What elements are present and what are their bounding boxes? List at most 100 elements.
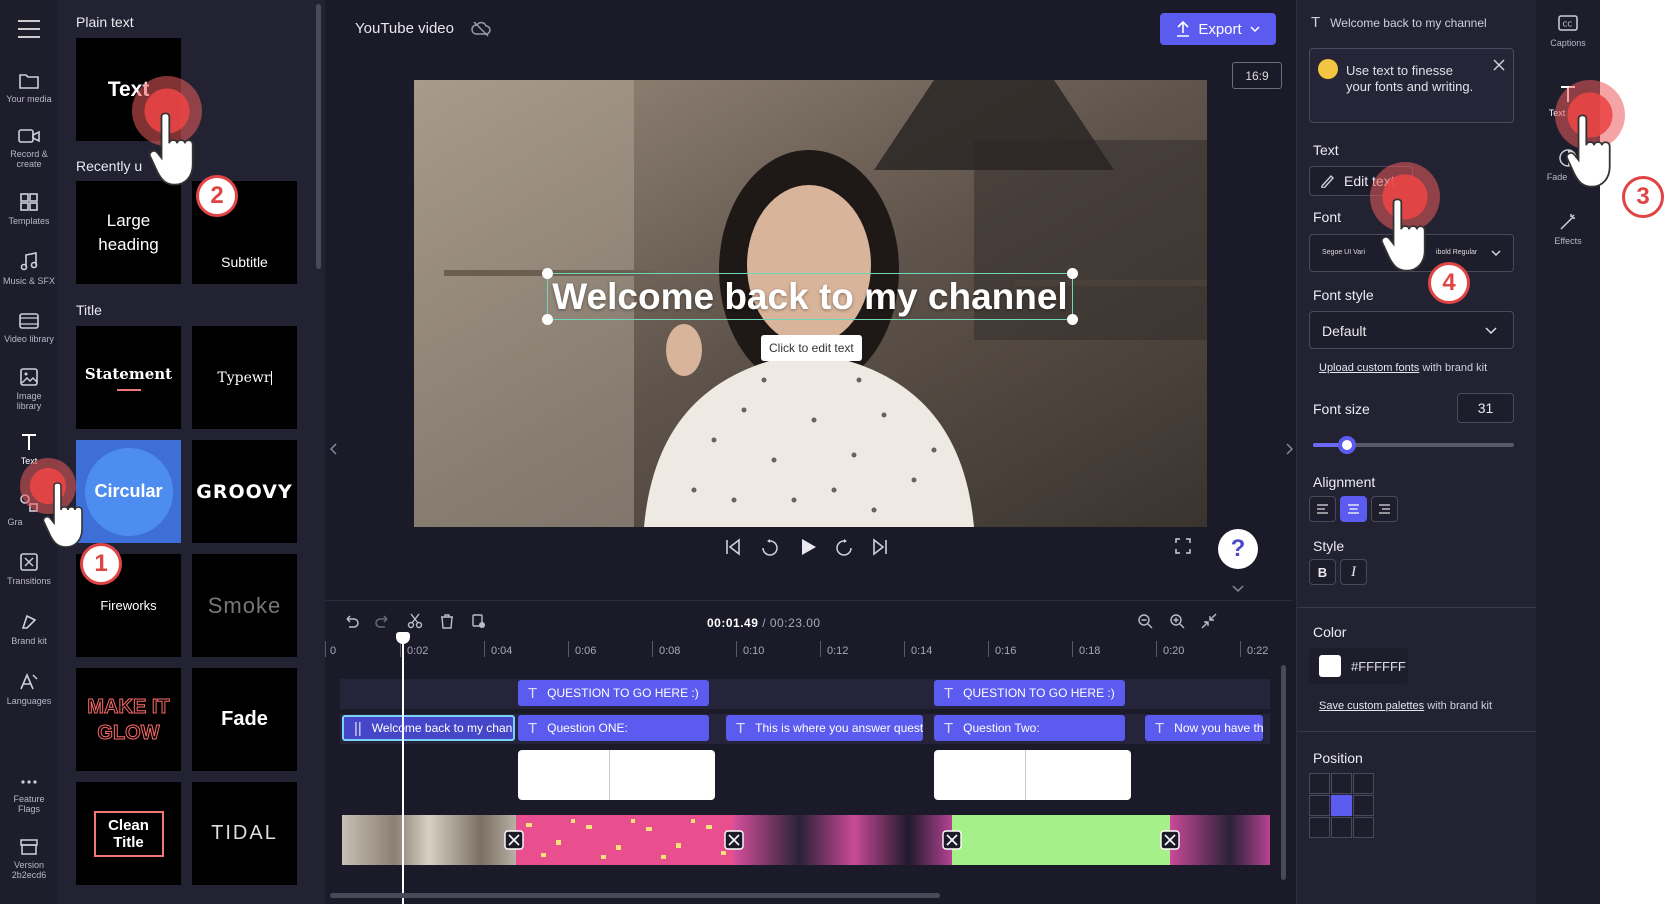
color-picker[interactable]: #FFFFFF [1309, 648, 1408, 684]
project-title[interactable]: YouTube video [355, 20, 454, 37]
svg-text:CC: CC [1563, 21, 1573, 29]
position-cell[interactable] [1353, 817, 1374, 838]
timeline-shape-clip[interactable] [934, 750, 1131, 800]
resize-handle[interactable] [542, 314, 553, 325]
tile-statement[interactable]: Statement [76, 326, 181, 429]
timeline-video-clip[interactable] [734, 815, 952, 865]
position-cell[interactable] [1353, 773, 1374, 794]
nav-music-sfx[interactable]: Music & SFX [0, 252, 58, 286]
font-style-select[interactable]: Default [1309, 311, 1514, 349]
timeline-text-clip-selected[interactable]: || Welcome back to my chann [342, 715, 515, 741]
position-cell[interactable] [1353, 795, 1374, 816]
rewind-5-icon[interactable] [760, 538, 780, 558]
timeline-scrollbar[interactable] [330, 893, 940, 898]
zoom-in-icon[interactable] [1169, 613, 1185, 629]
position-cell[interactable] [1309, 773, 1330, 794]
resize-handle[interactable] [1067, 314, 1078, 325]
align-center-button[interactable] [1340, 496, 1367, 522]
pen-icon [1321, 174, 1334, 188]
tile-large-heading[interactable]: Large heading [76, 181, 181, 284]
upload-fonts-link[interactable]: Upload custom fonts [1319, 362, 1419, 374]
timeline-vscrollbar[interactable] [1281, 665, 1286, 880]
more-dots-icon [21, 780, 37, 784]
nav-languages[interactable]: Languages [0, 672, 58, 706]
transition-icon[interactable] [724, 830, 744, 850]
play-icon[interactable] [797, 536, 819, 558]
aspect-ratio-button[interactable]: 16:9 [1232, 62, 1282, 89]
panel-collapse-left-icon[interactable] [330, 443, 338, 455]
position-cell[interactable] [1309, 817, 1330, 838]
align-right-button[interactable] [1371, 496, 1398, 522]
forward-5-icon[interactable] [834, 538, 854, 558]
close-icon[interactable] [1493, 59, 1505, 71]
skip-back-icon[interactable] [724, 538, 742, 556]
tile-fade[interactable]: Fade [192, 668, 297, 771]
fullscreen-icon[interactable] [1175, 538, 1191, 554]
nav-version: Version 2b2ecd6 [0, 838, 58, 880]
nav-image-library[interactable]: Image library [0, 367, 58, 411]
tile-make-it-glow[interactable]: MAKE IT GLOW [76, 668, 181, 771]
position-cell[interactable] [1331, 773, 1352, 794]
save-palettes-link[interactable]: Save custom palettes [1319, 700, 1424, 712]
redo-icon[interactable] [375, 613, 391, 629]
panel-collapse-right-icon[interactable] [1285, 443, 1293, 455]
tile-clean-title[interactable]: Clean Title [76, 782, 181, 885]
transition-icon[interactable] [504, 830, 524, 850]
timeline-text-clip[interactable]: T Now you have th [1145, 715, 1263, 741]
collapse-chevron-icon[interactable] [1232, 585, 1244, 593]
video-preview[interactable]: Welcome back to my channel Click to edit… [414, 80, 1207, 527]
nav-video-library[interactable]: Video library [0, 312, 58, 344]
tab-captions[interactable]: CC Captions [1536, 14, 1600, 48]
nav-your-media[interactable]: Your media [0, 72, 58, 104]
timeline-video-clip[interactable] [1170, 815, 1270, 865]
tile-tidal[interactable]: TIDAL [192, 782, 297, 885]
tip-text: Use text to finesse your fonts and writi… [1346, 63, 1474, 94]
nav-brand-kit[interactable]: Brand kit [0, 612, 58, 646]
italic-button[interactable]: I [1340, 559, 1367, 585]
timeline-shape-clip[interactable] [518, 750, 715, 800]
playhead[interactable] [402, 640, 404, 904]
timeline-text-clip[interactable]: T Question Two: [934, 715, 1125, 741]
resize-handle[interactable] [1067, 268, 1078, 279]
trash-icon[interactable] [439, 613, 455, 629]
position-cell-selected[interactable] [1331, 795, 1352, 816]
scissors-icon[interactable] [407, 613, 423, 629]
zoom-out-icon[interactable] [1137, 613, 1153, 629]
skip-forward-icon[interactable] [871, 538, 889, 556]
tile-typewriter[interactable]: Typewr [192, 326, 297, 429]
ruler-label: 0:08 [659, 645, 681, 657]
transition-icon[interactable] [942, 830, 962, 850]
text-overlay[interactable]: Welcome back to my channel [542, 268, 1078, 325]
nav-transitions[interactable]: Transitions [0, 552, 58, 586]
nav-record-create[interactable]: Record & create [0, 127, 58, 169]
tile-smoke[interactable]: Smoke [192, 554, 297, 657]
timeline-video-clip[interactable] [342, 815, 516, 865]
tile-groovy[interactable]: GROOVY [192, 440, 297, 543]
timeline-text-clip[interactable]: T This is where you answer questi [726, 715, 923, 741]
hamburger-menu-icon[interactable] [18, 20, 40, 38]
timeline-text-clip[interactable]: T QUESTION TO GO HERE :) [518, 680, 709, 706]
transition-icon[interactable] [1160, 830, 1180, 850]
duplicate-icon[interactable] [471, 613, 487, 629]
resize-handle[interactable] [542, 268, 553, 279]
align-left-button[interactable] [1309, 496, 1336, 522]
timeline-video-clip[interactable] [516, 815, 734, 865]
timeline-video-clip[interactable] [952, 815, 1170, 865]
undo-icon[interactable] [343, 613, 359, 629]
bold-button[interactable]: B [1309, 559, 1336, 585]
drag-handle-icon[interactable]: || [354, 720, 362, 737]
nav-templates[interactable]: Templates [0, 192, 58, 226]
timeline-text-clip[interactable]: T Question ONE: [518, 715, 709, 741]
panel-scrollbar[interactable] [316, 4, 321, 269]
position-cell[interactable] [1309, 795, 1330, 816]
tab-effects[interactable]: Effects [1536, 212, 1600, 246]
font-size-input[interactable]: 31 [1457, 393, 1514, 423]
position-cell[interactable] [1331, 817, 1352, 838]
timeline-text-clip[interactable]: T QUESTION TO GO HERE :) [934, 680, 1125, 706]
nav-feature-flags[interactable]: Feature Flags [0, 778, 58, 814]
export-button[interactable]: Export [1160, 13, 1276, 45]
font-size-slider[interactable] [1313, 436, 1514, 454]
slider-thumb[interactable] [1338, 436, 1357, 454]
help-button[interactable]: ? [1218, 529, 1258, 569]
fit-timeline-icon[interactable] [1201, 613, 1217, 629]
